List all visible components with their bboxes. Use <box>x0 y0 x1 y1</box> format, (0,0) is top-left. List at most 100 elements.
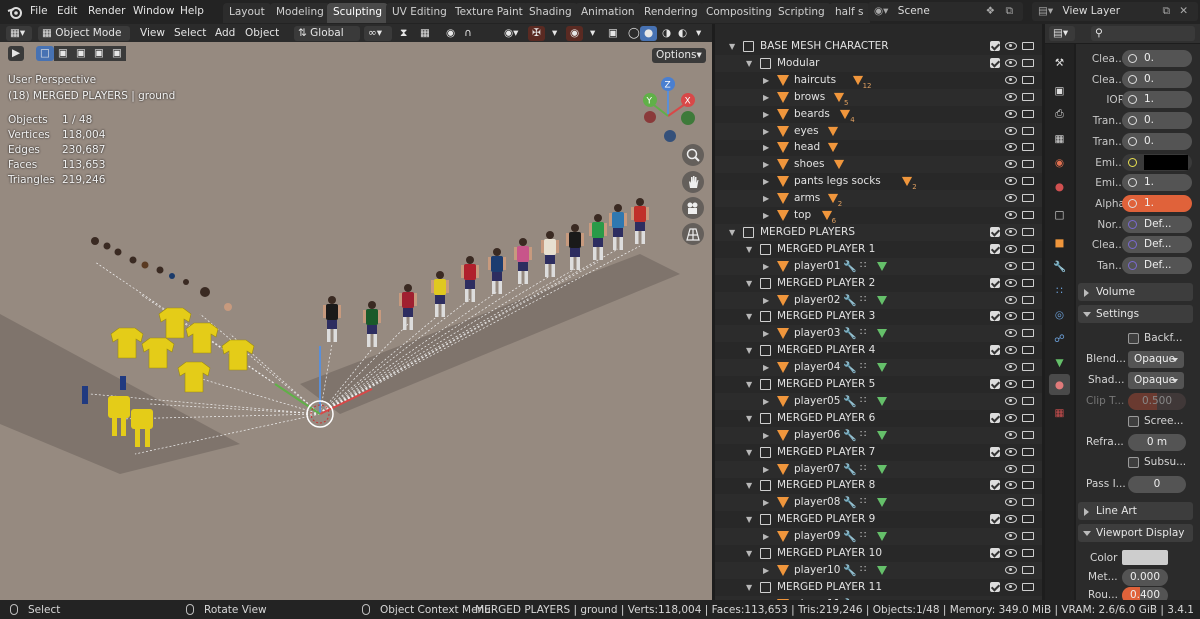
view-menu[interactable]: View <box>136 26 169 41</box>
eye-icon[interactable] <box>1005 515 1017 524</box>
monitor-icon[interactable] <box>1022 515 1034 524</box>
monitor-icon[interactable] <box>1022 549 1034 557</box>
outliner-object-row[interactable]: ▶ player07 🔧 ∷ <box>715 460 1042 478</box>
menu-help[interactable]: Help <box>180 5 204 17</box>
eye-icon[interactable] <box>1005 75 1017 84</box>
xray-icon[interactable]: ▣ <box>604 26 622 41</box>
gizmo-toggle-icon[interactable]: ✠ <box>528 26 545 41</box>
eye-icon[interactable] <box>1005 363 1017 372</box>
blend-mode-dropdown[interactable]: Opaque <box>1128 351 1184 368</box>
expand-arrow-icon[interactable]: ▼ <box>746 279 752 288</box>
outliner-object-row[interactable]: ▶ head <box>715 139 1042 156</box>
pan-hand-icon[interactable] <box>682 171 704 193</box>
remove-view-layer-icon[interactable]: ✕ <box>1179 5 1188 17</box>
property-field[interactable]: 1. <box>1122 174 1192 192</box>
world-tab-icon[interactable]: ● <box>1049 176 1070 197</box>
monitor-icon[interactable] <box>1022 532 1034 541</box>
outliner-object-row[interactable]: ▶ player03 🔧 ∷ <box>715 325 1042 343</box>
property-field[interactable]: 1. <box>1122 91 1192 109</box>
monitor-icon[interactable] <box>1022 261 1034 270</box>
object-menu[interactable]: Object <box>241 26 283 41</box>
modifier-icon[interactable]: 🔧 <box>843 564 857 577</box>
add-menu[interactable]: Add <box>211 26 239 41</box>
overlays-toggle-icon[interactable]: ◉ <box>566 26 584 41</box>
material-tab-icon[interactable]: ● <box>1049 374 1070 395</box>
monitor-icon[interactable] <box>1022 565 1034 574</box>
outliner-object-row[interactable]: ▶ brows 5 <box>715 88 1042 107</box>
expand-arrow-icon[interactable]: ▼ <box>746 583 752 592</box>
monitor-icon[interactable] <box>1022 481 1034 490</box>
outliner-object-row[interactable]: ▶ eyes <box>715 122 1042 140</box>
view-layer-selector[interactable]: ▤▾ View Layer ⧉ ✕ <box>1032 2 1198 21</box>
outliner-collection-row[interactable]: ▼ MERGED PLAYER 9 <box>715 511 1042 528</box>
tab-rendering[interactable]: Rendering <box>638 3 704 23</box>
outliner-collection-row[interactable]: ▼ MERGED PLAYER 5 <box>715 376 1042 393</box>
grid-perspective-icon[interactable] <box>682 223 704 245</box>
backface-culling-checkbox[interactable] <box>1128 333 1139 344</box>
texture-tab-icon[interactable]: ▦ <box>1049 402 1070 423</box>
eye-icon[interactable] <box>1005 244 1017 253</box>
expand-arrow-icon[interactable]: ▼ <box>746 414 752 423</box>
constraints-tab-icon[interactable]: ☍ <box>1049 328 1070 349</box>
monitor-icon[interactable] <box>1022 58 1034 67</box>
tab-animation[interactable]: Animation <box>575 3 641 23</box>
expand-arrow-icon[interactable]: ▼ <box>746 380 752 389</box>
monitor-icon[interactable] <box>1022 160 1034 169</box>
mesh-data-icon[interactable] <box>877 261 887 271</box>
eye-icon[interactable] <box>1005 143 1017 152</box>
overlays-dropdown-icon[interactable]: ▾ <box>586 26 599 41</box>
monitor-icon[interactable] <box>1022 75 1034 84</box>
monitor-icon[interactable] <box>1022 92 1034 101</box>
mesh-data-icon[interactable] <box>877 565 887 575</box>
outliner-collection-row[interactable]: ▼ MERGED PLAYER 10 <box>715 545 1042 562</box>
menu-edit[interactable]: Edit <box>57 5 77 17</box>
select-invert-icon[interactable]: ▣ <box>90 46 108 61</box>
mesh-data-icon[interactable] <box>877 532 887 542</box>
exclude-checkbox[interactable] <box>990 345 1000 356</box>
metallic-field[interactable]: 0.000 <box>1122 569 1168 586</box>
property-field[interactable]: 0. <box>1122 132 1192 150</box>
outliner-object-row[interactable]: ▶ pants legs socks 2 <box>715 173 1042 191</box>
monitor-icon[interactable] <box>1022 464 1034 473</box>
snap-target-icon[interactable]: ▦ <box>416 26 434 41</box>
expand-arrow-icon[interactable]: ▼ <box>746 346 752 355</box>
property-field[interactable]: 1. <box>1122 194 1192 212</box>
outliner-object-row[interactable]: ▶ player02 🔧 ∷ <box>715 291 1042 309</box>
eye-icon[interactable] <box>1005 565 1017 574</box>
eye-icon[interactable] <box>1005 396 1017 405</box>
outliner-object-row[interactable]: ▶ haircuts 12 <box>715 72 1042 90</box>
clip-threshold-slider[interactable]: 0.500 <box>1128 393 1186 410</box>
eye-icon[interactable] <box>1005 430 1017 439</box>
physics-tab-icon[interactable]: ◎ <box>1049 304 1070 325</box>
monitor-icon[interactable] <box>1022 295 1034 304</box>
exclude-checkbox[interactable] <box>990 277 1000 288</box>
mesh-data-icon[interactable] <box>877 295 887 305</box>
monitor-icon[interactable] <box>1022 278 1034 287</box>
modifier-icon[interactable]: 🔧 <box>843 294 857 307</box>
settings-section[interactable]: Settings <box>1078 305 1193 323</box>
monitor-icon[interactable] <box>1022 396 1034 405</box>
eye-icon[interactable] <box>1005 177 1017 186</box>
vertex-groups-icon[interactable]: ∷ <box>860 496 866 507</box>
monitor-icon[interactable] <box>1022 312 1034 321</box>
eye-icon[interactable] <box>1005 278 1017 287</box>
expand-arrow-icon[interactable]: ▼ <box>729 42 735 51</box>
navigation-gizmo[interactable]: Z X Y <box>636 76 708 148</box>
vertex-groups-icon[interactable]: ∷ <box>860 463 866 474</box>
outliner-object-row[interactable]: ▶ arms 2 <box>715 190 1042 208</box>
property-field[interactable]: Def... <box>1122 257 1192 274</box>
tab-uv-editing[interactable]: UV Editing <box>386 3 453 23</box>
monitor-icon[interactable] <box>1022 447 1034 456</box>
modifier-icon[interactable]: 🔧 <box>843 429 857 442</box>
monitor-icon[interactable] <box>1022 143 1034 152</box>
modifier-icon[interactable]: 🔧 <box>843 395 857 408</box>
exclude-checkbox[interactable] <box>990 514 1000 525</box>
exclude-checkbox[interactable] <box>990 548 1000 558</box>
expand-arrow-icon[interactable]: ▶ <box>763 194 769 203</box>
viewport-display-section[interactable]: Viewport Display <box>1078 524 1193 542</box>
pin-icon[interactable]: ❖ <box>986 5 995 17</box>
eye-icon[interactable] <box>1005 211 1017 219</box>
eye-icon[interactable] <box>1005 109 1017 118</box>
monitor-icon[interactable] <box>1022 244 1034 253</box>
new-scene-icon[interactable]: ⧉ <box>1006 5 1014 18</box>
